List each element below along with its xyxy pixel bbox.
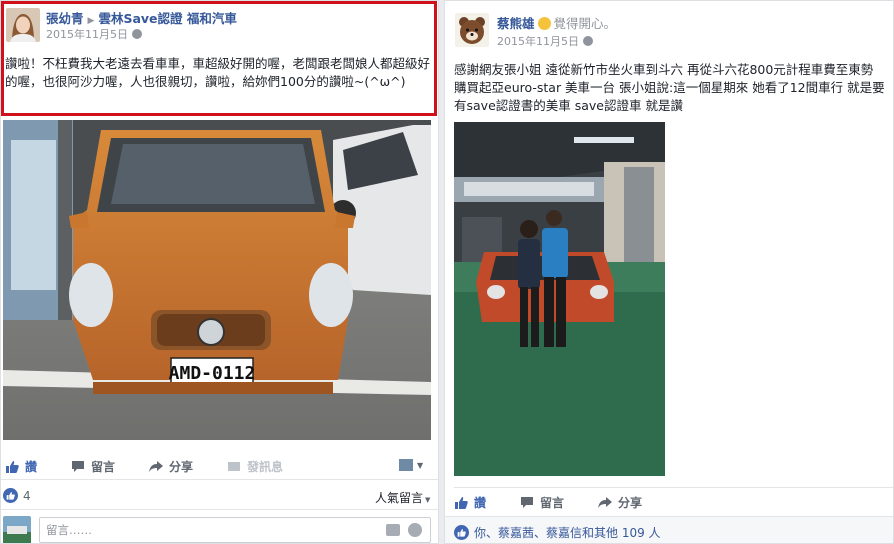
comment-button[interactable]: 留言 — [520, 494, 564, 511]
thumbs-up-icon — [455, 496, 468, 509]
audience-selector[interactable]: ▼ — [399, 458, 429, 472]
shop-photo[interactable] — [454, 122, 665, 476]
right-post-header: 蔡熊雄 覺得開心。 2015年11月5日 — [445, 1, 893, 48]
caret-down-icon: ▼ — [417, 460, 424, 470]
post-actions: 讚 留言 分享 — [454, 488, 886, 516]
globe-icon — [132, 29, 142, 39]
right-post-card: 蔡熊雄 覺得開心。 2015年11月5日 感謝網友張小姐 遠從新竹市坐火車到斗六 … — [444, 0, 894, 544]
license-plate: AMD-0112 — [169, 363, 256, 384]
message-icon — [228, 461, 241, 471]
likers-text: 你、蔡嘉茜、蔡嘉信和其他 109 人 — [474, 526, 661, 540]
share-label: 分享 — [618, 495, 643, 510]
share-icon — [149, 460, 164, 472]
post-meta: 2015年11月5日 — [497, 33, 593, 49]
divider — [1, 479, 438, 480]
target-page-name[interactable]: 雲林Save認證 福和汽車 — [98, 11, 236, 26]
left-post-header: 張幼青 ▶ 雲林Save認證 福和汽車 2015年11月5日 — [1, 1, 438, 45]
author-line: 張幼青 ▶ 雲林Save認證 福和汽車 — [46, 8, 237, 27]
likers-summary[interactable]: 你、蔡嘉茜、蔡嘉信和其他 109 人 — [454, 524, 661, 541]
camera-icon[interactable] — [386, 524, 400, 536]
author-name[interactable]: 張幼青 — [46, 11, 84, 26]
share-button[interactable]: 分享 — [149, 458, 193, 475]
like-label: 讚 — [474, 495, 487, 510]
comment-label: 留言 — [540, 495, 565, 510]
globe-icon — [583, 36, 593, 46]
left-post-card: 張幼青 ▶ 雲林Save認證 福和汽車 2015年11月5日 讚啦！不枉費我大老遠去… — [0, 0, 439, 544]
smile-emoji-icon — [537, 17, 551, 30]
like-button[interactable]: 讚 — [454, 494, 486, 511]
comment-icon — [72, 460, 85, 472]
like-reaction-icon — [3, 488, 18, 503]
caret-down-icon: ▼ — [425, 496, 431, 504]
thumbs-up-icon — [6, 460, 19, 473]
author-avatar[interactable] — [6, 8, 40, 42]
divider — [1, 509, 438, 510]
comment-sort[interactable]: 人氣留言 ▼ — [375, 489, 430, 506]
post-date[interactable]: 2015年11月5日 — [497, 35, 579, 48]
comment-placeholder: 留言…… — [46, 523, 92, 537]
comment-button[interactable]: 留言 — [71, 458, 115, 475]
comment-icon — [521, 496, 534, 508]
post-text: 感謝網友張小姐 遠從新竹市坐火車到斗六 再從斗六花800元計程車費至東勢 購買起… — [454, 62, 885, 113]
share-icon — [598, 496, 613, 508]
reaction-count: 4 — [23, 488, 31, 503]
post-text: 讚啦！不枉費我大老遠去看車車，車超級好開的喔，老闆跟老闆娘人都超級好的喔，也很阿… — [5, 56, 431, 89]
reactions-summary[interactable]: 4 — [3, 488, 31, 503]
author-line: 蔡熊雄 覺得開心。 — [497, 13, 616, 32]
author-name[interactable]: 蔡熊雄 — [497, 16, 535, 31]
message-button[interactable]: 發訊息 — [227, 458, 283, 475]
author-avatar[interactable] — [455, 13, 489, 47]
car-photo[interactable]: AMD-0112 — [3, 120, 431, 440]
comment-input[interactable]: 留言…… — [39, 517, 431, 543]
my-avatar[interactable] — [3, 516, 31, 543]
message-label: 發訊息 — [247, 459, 284, 474]
page-thumbnail-icon — [399, 459, 413, 471]
feeling-text: 覺得開心。 — [553, 16, 617, 31]
like-button[interactable]: 讚 — [5, 458, 37, 475]
like-label: 讚 — [25, 459, 38, 474]
post-date[interactable]: 2015年11月5日 — [46, 28, 128, 41]
post-meta: 2015年11月5日 — [46, 26, 142, 42]
emoji-icon[interactable] — [408, 523, 422, 537]
like-reaction-icon — [454, 525, 469, 540]
sort-label: 人氣留言 — [375, 491, 424, 505]
post-actions: 讚 留言 分享 發訊息 — [5, 452, 433, 480]
comment-label: 留言 — [91, 459, 116, 474]
share-button[interactable]: 分享 — [598, 494, 642, 511]
share-label: 分享 — [169, 459, 194, 474]
arrow-right-icon: ▶ — [87, 16, 95, 26]
